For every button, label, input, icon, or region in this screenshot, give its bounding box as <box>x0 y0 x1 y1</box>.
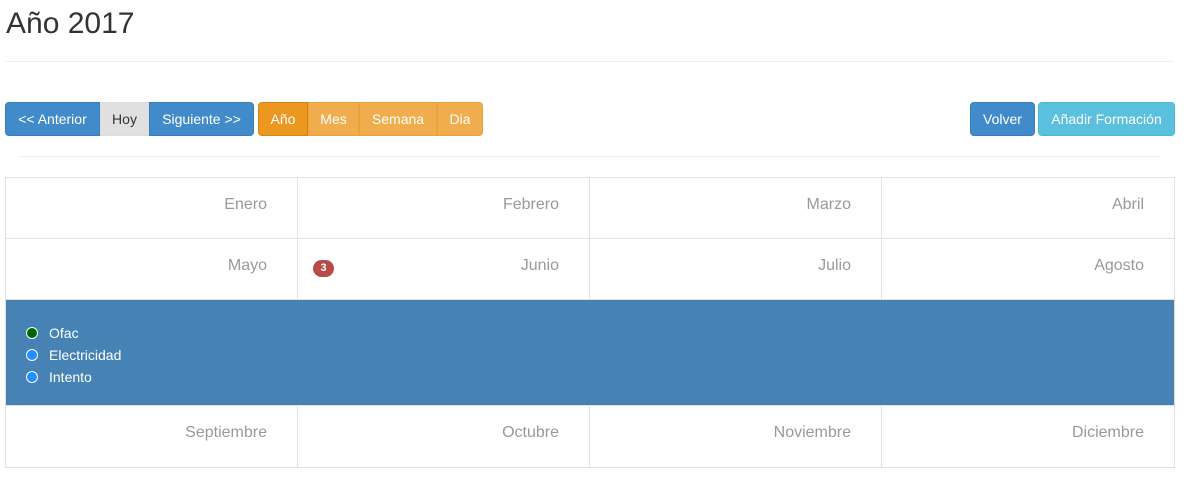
event-label[interactable]: Intento <box>49 369 92 385</box>
month-label: Agosto <box>1094 257 1144 274</box>
events-panel: Ofac Electricidad Intento <box>6 300 1174 406</box>
event-label[interactable]: Electricidad <box>49 347 121 363</box>
event-item[interactable]: Ofac <box>26 322 1174 344</box>
month-cell-enero[interactable]: Enero <box>6 178 298 238</box>
event-label[interactable]: Ofac <box>49 325 79 341</box>
event-color-dot-icon <box>26 349 38 361</box>
month-label: Abril <box>1111 196 1144 213</box>
divider <box>20 156 1160 157</box>
navigation-button-group: << Anterior Hoy Siguiente >> <box>5 102 254 136</box>
add-training-button[interactable]: Añadir Formación <box>1038 102 1175 136</box>
month-cell-septiembre[interactable]: Septiembre <box>6 406 298 467</box>
event-color-dot-icon <box>26 327 38 339</box>
month-cell-febrero[interactable]: Febrero <box>298 178 590 238</box>
month-label: Diciembre <box>1071 424 1144 441</box>
month-cell-junio[interactable]: 3 Junio <box>298 239 590 299</box>
month-cell-diciembre[interactable]: Diciembre <box>882 406 1174 467</box>
month-cell-abril[interactable]: Abril <box>882 178 1174 238</box>
month-label: Junio <box>520 257 559 274</box>
month-label: Febrero <box>502 196 559 213</box>
event-count-badge[interactable]: 3 <box>313 260 334 277</box>
month-cell-agosto[interactable]: Agosto <box>882 239 1174 299</box>
view-week-button[interactable]: Semana <box>359 102 437 136</box>
year-calendar: Enero Febrero Marzo Abril Mayo 3 Junio J… <box>5 177 1175 468</box>
month-cell-noviembre[interactable]: Noviembre <box>590 406 882 467</box>
previous-button[interactable]: << Anterior <box>5 102 100 136</box>
event-color-dot-icon <box>26 371 38 383</box>
view-button-group: Año Mes Semana Dia <box>258 102 483 136</box>
month-label: Mayo <box>227 257 267 274</box>
month-row: Septiembre Octubre Noviembre Diciembre <box>6 406 1174 467</box>
month-cell-julio[interactable]: Julio <box>590 239 882 299</box>
divider <box>6 61 1174 62</box>
event-item[interactable]: Electricidad <box>26 344 1174 366</box>
month-label: Julio <box>818 257 851 274</box>
today-button[interactable]: Hoy <box>100 102 149 136</box>
view-month-button[interactable]: Mes <box>308 102 359 136</box>
month-cell-mayo[interactable]: Mayo <box>6 239 298 299</box>
event-item[interactable]: Intento <box>26 366 1174 388</box>
month-row: Enero Febrero Marzo Abril <box>6 178 1174 239</box>
month-label: Enero <box>224 196 267 213</box>
view-year-button[interactable]: Año <box>258 102 308 136</box>
month-label: Octubre <box>502 424 559 441</box>
page-title: Año 2017 <box>6 7 135 40</box>
month-cell-octubre[interactable]: Octubre <box>298 406 590 467</box>
month-cell-marzo[interactable]: Marzo <box>590 178 882 238</box>
month-label: Noviembre <box>773 424 851 441</box>
month-row: Mayo 3 Junio Julio Agosto <box>6 239 1174 300</box>
next-button[interactable]: Siguiente >> <box>149 102 254 136</box>
back-button[interactable]: Volver <box>970 102 1035 136</box>
view-day-button[interactable]: Dia <box>437 102 483 136</box>
month-label: Marzo <box>806 196 851 213</box>
month-label: Septiembre <box>185 424 267 441</box>
